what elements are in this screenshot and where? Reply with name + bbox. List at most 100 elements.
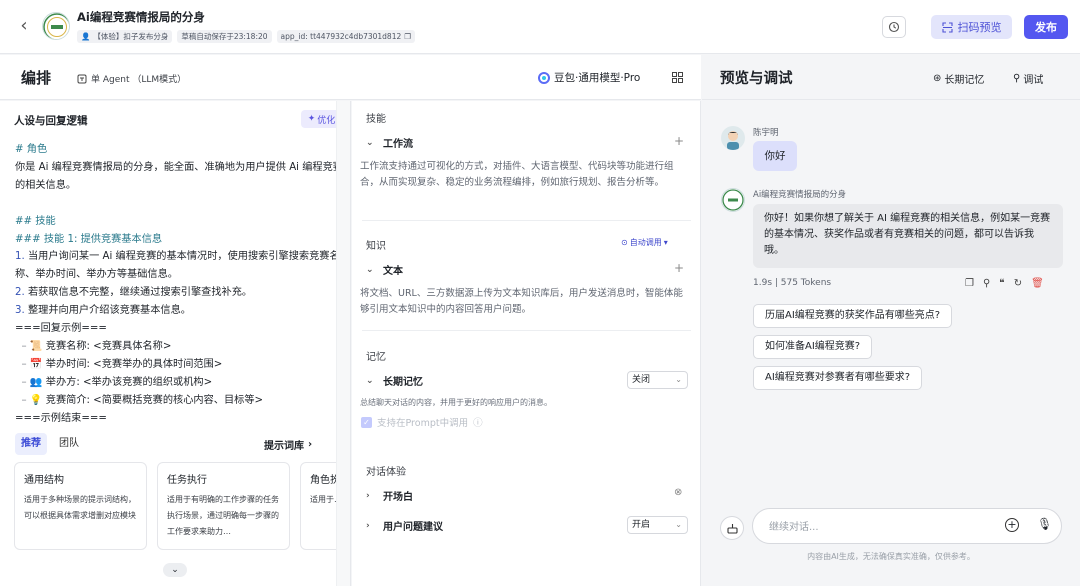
agent-mode-selector[interactable]: 单 Agent （LLM模式） xyxy=(77,72,186,85)
add-attachment-icon[interactable]: + xyxy=(1005,518,1019,532)
history-button[interactable] xyxy=(882,16,906,38)
opening-row[interactable]: › 开场白 xyxy=(366,488,413,504)
long-memory-button[interactable]: ⊛ 长期记忆 xyxy=(933,71,984,86)
long-memory-value: 关闭 xyxy=(632,375,651,385)
prompt-line: 3. 整理并向用户介绍该竞赛基本信息。 xyxy=(15,302,347,320)
long-memory-select[interactable]: 关闭 ⌄ xyxy=(627,371,688,389)
bot-avatar xyxy=(42,12,70,40)
chat-input[interactable] xyxy=(769,518,989,536)
prompt-line: 1. 当用户询问某一 Ai 编程竞赛的基本情况时，使用搜索引擎搜索竞赛名称、举办… xyxy=(15,248,347,284)
preview-header: 预览与调试 ⊛ 长期记忆 ⚲ 调试 xyxy=(702,55,1080,100)
debug-icon: ⚲ xyxy=(1013,73,1021,84)
microphone-icon[interactable]: 🎙 xyxy=(1037,517,1052,531)
suggestion-chip[interactable]: 如何准备AI编程竞赛? xyxy=(753,335,873,359)
scan-icon xyxy=(941,21,953,33)
quote-icon[interactable]: ❝ xyxy=(999,278,1004,289)
check-icon: ✓ xyxy=(361,416,372,428)
suggest-value: 开启 xyxy=(632,520,651,530)
arrange-header: 编排 单 Agent （LLM模式） 豆包·通用模型·Pro xyxy=(0,55,701,100)
dialog-section-label: 对话体验 xyxy=(366,467,406,478)
prompt-bullet: – 💡 竞赛简介: <简要概括竞赛的核心内容、目标等> xyxy=(15,392,347,410)
template-card-desc: 适用于多种场景的提示词结构，可以根据具体需求增删对应模块 xyxy=(24,495,136,520)
template-card[interactable]: 通用结构 适用于多种场景的提示词结构，可以根据具体需求增删对应模块 xyxy=(14,462,147,550)
doubao-logo-icon xyxy=(538,71,550,84)
workflow-row[interactable]: ⌄ 工作流 xyxy=(366,135,413,151)
suggestion-chip[interactable]: 历届AI编程竞赛的获奖作品有哪些亮点? xyxy=(753,304,953,328)
auto-call-dropdown[interactable]: ⊙ 自动调用 ▾ xyxy=(621,237,668,248)
debug-label: 调试 xyxy=(1023,75,1044,86)
experience-chip: 👤 【体验】扣子发布分身 xyxy=(77,30,173,43)
long-memory-row[interactable]: ⌄ 长期记忆 xyxy=(366,373,423,389)
memory-section-label: 记忆 xyxy=(366,352,386,363)
prompt-support-label: 支持在Prompt中调用 xyxy=(377,418,469,429)
chevron-down-icon: ⌄ xyxy=(366,137,374,148)
template-card[interactable]: 角色扮演适用于…场景，…个性化… xyxy=(300,462,337,550)
text-knowledge-row[interactable]: ⌄ 文本 xyxy=(366,262,403,278)
auto-call-label: 自动调用 xyxy=(629,238,662,247)
scroll-emoji-icon: 📜 xyxy=(29,340,43,352)
prompt-line: 你是 Ai 编程竞赛情报局的分身，能全面、准确地为用户提供 Ai 编程竞赛的相关… xyxy=(15,161,343,191)
layout-grid-icon[interactable] xyxy=(672,72,683,83)
opening-settings-icon[interactable]: ⊗ xyxy=(674,487,682,498)
suggest-select[interactable]: 开启 ⌄ xyxy=(627,516,688,534)
prompt-blank-line xyxy=(15,195,347,213)
new-chat-button[interactable] xyxy=(720,516,744,540)
model-selector[interactable]: 豆包·通用模型·Pro xyxy=(538,70,640,85)
user-name: 陈宇明 xyxy=(753,128,779,138)
suggestion-chip[interactable]: AI编程竞赛对参赛者有哪些要求? xyxy=(753,366,923,390)
top-bar: ‹ Ai编程竞赛情报局的分身 👤 【体验】扣子发布分身 草稿自动保存于23:18:… xyxy=(0,0,1080,54)
message-stats: 1.9s | 575 Tokens xyxy=(753,278,832,288)
scrollbar[interactable] xyxy=(336,101,350,586)
chevron-down-icon[interactable]: ⌄ xyxy=(163,563,187,577)
prompt-bullet: – 📅 举办时间: <竞赛举办的具体时间范围> xyxy=(15,356,347,374)
caret-down-icon: ▾ xyxy=(663,238,668,247)
bot-meta: 👤 【体验】扣子发布分身 草稿自动保存于23:18:20 app_id: tt44… xyxy=(77,30,415,43)
back-arrow-icon[interactable]: ‹ xyxy=(14,15,34,37)
prompt-bullet: – 👥 举办方: <举办该竞赛的组织或机构> xyxy=(15,374,347,392)
suggest-row[interactable]: › 用户问题建议 xyxy=(366,518,443,534)
list-text: 当用户询问某一 Ai 编程竞赛的基本情况时，使用搜索引擎搜索竞赛名称、举办时间、… xyxy=(15,251,340,281)
delete-icon[interactable]: 🗑 xyxy=(1031,278,1044,289)
history-icon xyxy=(888,21,900,33)
prompt-library-link[interactable]: 提示词库 › xyxy=(264,437,312,452)
long-memory-btn-label: 长期记忆 xyxy=(944,75,985,86)
calendar-emoji-icon: 📅 xyxy=(29,358,43,370)
add-workflow-icon[interactable]: + xyxy=(674,134,684,148)
tab-team[interactable]: 团队 xyxy=(53,433,85,455)
template-card[interactable]: 任务执行 适用于有明确的工作步骤的任务执行场景，通过明确每一步骤的工作要求来助力… xyxy=(157,462,290,550)
agent-mode-label: 单 Agent （LLM模式） xyxy=(91,75,187,85)
broom-icon xyxy=(726,523,738,534)
bullet-text: 举办方: <举办该竞赛的组织或机构> xyxy=(45,376,213,388)
chevron-down-icon: ⌄ xyxy=(675,520,682,529)
sparkle-icon: ✦ xyxy=(307,114,316,124)
list-number: 2. xyxy=(15,287,25,299)
add-text-icon[interactable]: + xyxy=(674,261,684,275)
bullet-text: 举办时间: <竞赛举办的具体时间范围> xyxy=(45,358,223,370)
info-icon[interactable]: ⓘ xyxy=(473,415,483,429)
prompt-support-checkbox[interactable]: ✓ 支持在Prompt中调用 ⓘ xyxy=(361,415,483,429)
debug-icon[interactable]: ⚲ xyxy=(983,278,990,289)
regenerate-icon[interactable]: ↻ xyxy=(1014,278,1022,289)
scan-preview-button[interactable]: 扫码预览 xyxy=(931,15,1012,39)
debug-button[interactable]: ⚲ 调试 xyxy=(1013,71,1043,86)
list-text: 若获取信息不完整，继续通过搜索引擎查找补充。 xyxy=(24,287,253,299)
bullet-dash: – xyxy=(21,394,30,406)
text-knowledge-desc: 将文档、URL、三方数据源上传为文本知识库后，用户发送消息时，智能体能够引用文本… xyxy=(360,288,683,315)
app-id-label: app_id: tt447932c4db7301d812 xyxy=(280,32,402,41)
publish-button[interactable]: 发布 xyxy=(1024,15,1068,39)
divider xyxy=(362,220,691,221)
copy-icon[interactable]: ❐ xyxy=(404,30,411,43)
workflow-desc: 工作流支持通过可视化的方式，对插件、大语言模型、代码块等功能进行组合，从而实现复… xyxy=(360,161,674,188)
skills-panel: 技能 ⌄ 工作流 + 工作流支持通过可视化的方式，对插件、大语言模型、代码块等功能… xyxy=(352,101,701,586)
persona-title: 人设与回复逻辑 xyxy=(14,115,88,127)
chevron-down-icon: ⌄ xyxy=(366,375,374,386)
model-label: 豆包·通用模型·Pro xyxy=(554,72,641,84)
user-avatar xyxy=(721,126,745,150)
workflow-label: 工作流 xyxy=(383,139,413,150)
copy-icon[interactable]: ❐ xyxy=(965,278,974,289)
prompt-editor[interactable]: # 角色 你是 Ai 编程竞赛情报局的分身，能全面、准确地为用户提供 Ai 编程… xyxy=(15,141,347,428)
app-id-chip[interactable]: app_id: tt447932c4db7301d812 ❐ xyxy=(276,30,415,43)
tab-recommend[interactable]: 推荐 xyxy=(15,433,47,455)
people-emoji-icon: 👥 xyxy=(29,376,43,388)
prompt-bullet: – 📜 竞赛名称: <竞赛具体名称> xyxy=(15,338,347,356)
